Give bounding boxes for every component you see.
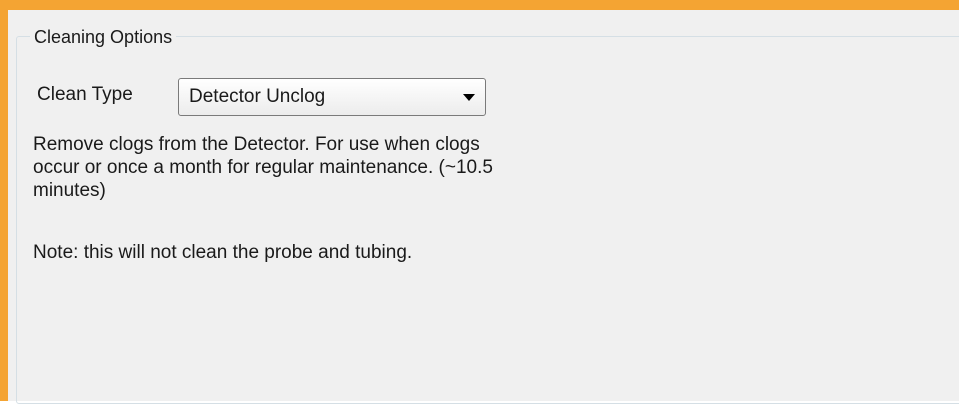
cleaning-options-group: Cleaning Options xyxy=(16,27,959,404)
clean-type-dropdown[interactable]: Detector Unclog xyxy=(178,78,486,116)
clean-type-label: Clean Type xyxy=(37,84,133,105)
clean-type-note: Note: this will not clean the probe and … xyxy=(33,242,413,263)
window-frame: Cleaning Options Clean Type Detector Unc… xyxy=(0,0,959,404)
chevron-down-icon[interactable] xyxy=(463,94,475,101)
group-title: Cleaning Options xyxy=(30,27,177,47)
clean-type-selected-value: Detector Unclog xyxy=(189,86,326,107)
clean-type-description: Remove clogs from the Detector. For use … xyxy=(33,134,493,201)
